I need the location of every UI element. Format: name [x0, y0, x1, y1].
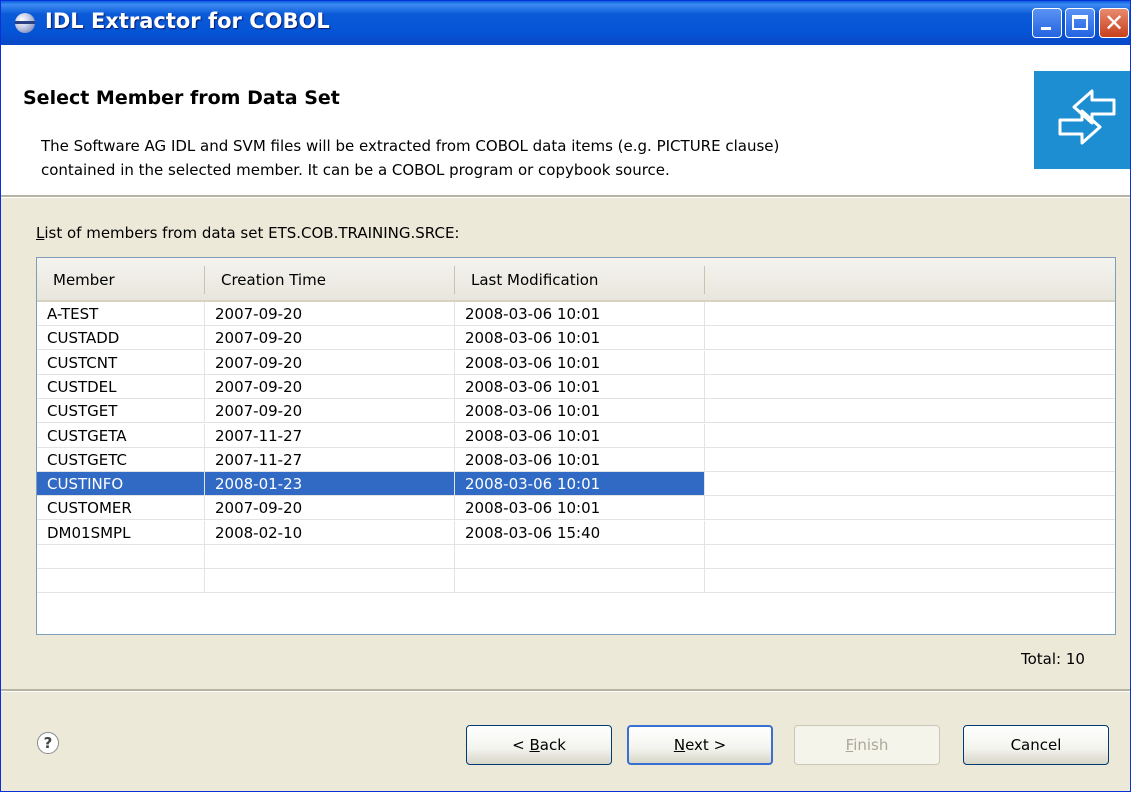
table-row: [37, 569, 1115, 594]
table-row[interactable]: CUSTDEL 2007-09-20 2008-03-06 10:01: [37, 374, 1115, 399]
page-description: The Software AG IDL and SVM files will b…: [41, 134, 1031, 182]
description-line-1: The Software AG IDL and SVM files will b…: [41, 137, 780, 155]
table-cell: 2007-11-27: [205, 423, 455, 448]
table-cell: CUSTGETA: [37, 423, 205, 448]
next-mnemonic: N: [673, 736, 686, 754]
table-cell: 2008-03-06 10:01: [455, 350, 705, 375]
table-cell-filler: [705, 521, 1115, 545]
column-header-label: Member: [53, 271, 115, 289]
app-globe-icon: [15, 13, 35, 33]
back-prefix: <: [512, 736, 530, 754]
table-cell: 2008-01-23: [205, 472, 455, 497]
table-cell: CUSTINFO: [37, 472, 205, 497]
back-label: ack: [539, 736, 566, 754]
table-row[interactable]: CUSTCNT 2007-09-20 2008-03-06 10:01: [37, 350, 1115, 375]
cancel-button[interactable]: Cancel: [963, 725, 1109, 765]
table-row[interactable]: CUSTOMER 2007-09-20 2008-03-06 10:01: [37, 496, 1115, 521]
table-cell: [205, 569, 455, 594]
table-cell: 2008-03-06 15:40: [455, 520, 705, 545]
footer-separator: [1, 689, 1130, 692]
next-button[interactable]: Next >: [627, 725, 773, 765]
table-cell: 2008-03-06 10:01: [455, 326, 705, 351]
page-title: Select Member from Data Set: [23, 87, 340, 109]
table-cell-filler: [705, 399, 1115, 424]
column-header-member[interactable]: Member: [37, 258, 205, 302]
total-count: Total: 10: [1021, 650, 1085, 668]
close-icon: ✕: [1104, 9, 1125, 37]
table-row[interactable]: CUSTGET 2007-09-20 2008-03-06 10:01: [37, 399, 1115, 424]
table-row[interactable]: CUSTGETC 2007-11-27 2008-03-06 10:01: [37, 447, 1115, 472]
table-row[interactable]: A-TEST 2007-09-20 2008-03-06 10:01: [37, 302, 1115, 326]
maximize-icon: [1072, 15, 1088, 30]
table-cell: 2008-03-06 10:01: [455, 399, 705, 424]
table-cell-filler: [705, 424, 1115, 448]
table-row[interactable]: CUSTINFO 2008-01-23 2008-03-06 10:01: [37, 472, 1115, 497]
table-cell: 2007-11-27: [205, 447, 455, 472]
table-cell: 2008-03-06 10:01: [455, 374, 705, 399]
table-cell: [205, 545, 455, 569]
table-cell: CUSTDEL: [37, 374, 205, 399]
table-cell: 2008-03-06 10:01: [455, 472, 705, 497]
header-separator: [1, 195, 1130, 198]
table-cell: 2007-09-20: [205, 399, 455, 424]
table-cell-filler: [705, 545, 1115, 569]
table-cell: [455, 569, 705, 594]
table-cell: CUSTADD: [37, 326, 205, 351]
transfer-arrows-icon: [1034, 71, 1130, 169]
members-table[interactable]: Member Creation Time Last Modification A…: [36, 257, 1116, 635]
table-cell-filler: [705, 351, 1115, 375]
table-row[interactable]: CUSTADD 2007-09-20 2008-03-06 10:01: [37, 326, 1115, 351]
table-row[interactable]: DM01SMPL 2008-02-10 2008-03-06 15:40: [37, 520, 1115, 545]
table-cell: 2007-09-20: [205, 302, 455, 326]
table-cell: 2007-09-20: [205, 350, 455, 375]
table-cell-filler: [705, 569, 1115, 594]
table-cell: CUSTOMER: [37, 496, 205, 521]
column-header-label: Last Modification: [471, 271, 599, 289]
description-line-2: contained in the selected member. It can…: [41, 161, 670, 179]
table-cell: 2007-09-20: [205, 326, 455, 351]
table-cell: 2007-09-20: [205, 496, 455, 521]
window-title: IDL Extractor for COBOL: [45, 9, 330, 33]
column-header-last-modification[interactable]: Last Modification: [455, 258, 705, 302]
table-cell: 2008-02-10: [205, 520, 455, 545]
table-cell: 2008-03-06 10:01: [455, 447, 705, 472]
table-cell: CUSTGET: [37, 399, 205, 424]
table-cell: 2007-09-20: [205, 374, 455, 399]
table-cell-filler: [705, 496, 1115, 521]
minimize-button[interactable]: [1032, 8, 1062, 38]
members-list-label: List of members from data set ETS.COB.TR…: [36, 224, 459, 242]
next-label: ext >: [685, 736, 727, 754]
column-header-creation-time[interactable]: Creation Time: [205, 258, 455, 302]
table-cell: [37, 545, 205, 569]
table-header: Member Creation Time Last Modification: [37, 258, 1115, 302]
table-cell: CUSTGETC: [37, 447, 205, 472]
finish-label: inish: [853, 736, 889, 754]
table-cell: 2008-03-06 10:01: [455, 302, 705, 326]
close-button[interactable]: ✕: [1099, 8, 1129, 38]
table-cell: DM01SMPL: [37, 520, 205, 545]
table-cell: [37, 569, 205, 594]
table-cell-filler: [705, 375, 1115, 399]
table-cell: A-TEST: [37, 302, 205, 326]
table-cell-filler: [705, 472, 1115, 497]
column-header-label: Creation Time: [221, 271, 326, 289]
table-row[interactable]: CUSTGETA 2007-11-27 2008-03-06 10:01: [37, 423, 1115, 448]
back-mnemonic: B: [529, 736, 540, 754]
table-cell-filler: [705, 326, 1115, 351]
finish-button: Finish: [794, 725, 940, 765]
table-cell-filler: [705, 448, 1115, 472]
table-cell: 2008-03-06 10:01: [455, 423, 705, 448]
dialog-window: IDL Extractor for COBOL ✕ Select Member …: [0, 0, 1131, 792]
minimize-icon: [1041, 27, 1051, 30]
table-cell: 2008-03-06 10:01: [455, 496, 705, 521]
maximize-button[interactable]: [1065, 8, 1095, 38]
table-cell: CUSTCNT: [37, 350, 205, 375]
help-icon[interactable]: ?: [37, 732, 59, 754]
table-cell: [455, 545, 705, 569]
table-row: [37, 545, 1115, 569]
title-bar[interactable]: IDL Extractor for COBOL ✕: [1, 1, 1130, 45]
back-button[interactable]: < Back: [466, 725, 612, 765]
table-cell-filler: [705, 302, 1115, 326]
label-text: ist of members from data set ETS.COB.TRA…: [44, 224, 460, 242]
